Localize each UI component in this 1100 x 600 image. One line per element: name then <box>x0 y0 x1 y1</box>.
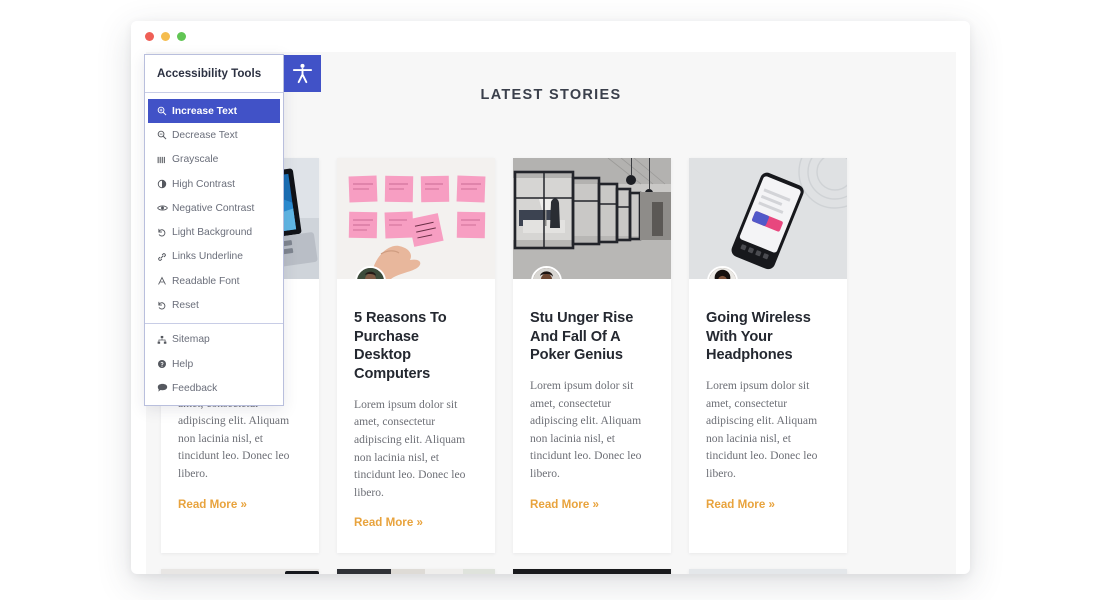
office-glass-hallway-image <box>513 158 671 279</box>
story-card[interactable]: Stu Unger Rise And Fall Of A Poker Geniu… <box>513 158 671 554</box>
a11y-item-decrease-text[interactable]: Decrease Text <box>145 123 283 147</box>
a11y-item-help[interactable]: Help <box>145 352 283 376</box>
avatar-portrait-icon <box>709 268 736 279</box>
a11y-item-label: Light Background <box>172 227 253 239</box>
a11y-item-negative-contrast[interactable]: Negative Contrast <box>145 196 283 220</box>
bars-icon <box>157 155 172 165</box>
a11y-item-label: Negative Contrast <box>172 202 255 214</box>
story-card[interactable]: 5 Reasons To Purchase Desktop Computers … <box>337 158 495 554</box>
a11y-item-sitemap[interactable]: Sitemap <box>145 328 283 352</box>
card-title: Stu Unger Rise And Fall Of A Poker Geniu… <box>530 310 634 364</box>
link-icon <box>157 252 172 262</box>
a11y-item-label: Links Underline <box>172 251 243 263</box>
card-image <box>513 569 671 574</box>
card-body: Stu Unger Rise And Fall Of A Poker Geniu… <box>513 279 671 535</box>
story-card[interactable] <box>513 569 671 574</box>
card-image <box>689 158 847 279</box>
undo-icon <box>157 228 172 238</box>
a11y-item-links-underline[interactable]: Links Underline <box>145 245 283 269</box>
read-more-link[interactable]: Read More » <box>178 498 247 511</box>
comment-icon <box>157 383 172 393</box>
a11y-item-label: Decrease Text <box>172 129 238 141</box>
sitemap-icon <box>157 335 172 345</box>
a11y-item-feedback[interactable]: Feedback <box>145 376 283 400</box>
card-image <box>161 569 319 574</box>
accessibility-options-list: Increase Text Decrease Text Grayscale Hi… <box>145 93 283 405</box>
avatar-portrait-icon <box>357 268 384 279</box>
maximize-window-button[interactable] <box>177 32 186 41</box>
magnifier-minus-icon <box>157 130 172 140</box>
story-card[interactable] <box>337 569 495 574</box>
card-body: Going Wireless With Your Headphones Lore… <box>689 279 847 535</box>
magnifier-plus-icon <box>157 106 172 116</box>
read-more-link[interactable]: Read More » <box>354 516 423 529</box>
person-at-monitors-image <box>161 569 319 574</box>
a11y-item-label: Grayscale <box>172 154 219 166</box>
wooden-desk-laptop-glasses-image <box>689 569 847 574</box>
story-card[interactable] <box>161 569 319 574</box>
card-excerpt: Lorem ipsum dolor sit amet, consectetur … <box>530 379 642 481</box>
story-card[interactable] <box>689 569 847 574</box>
a11y-item-label: Feedback <box>172 382 218 394</box>
card-title: Going Wireless With Your Headphones <box>706 310 811 364</box>
card-excerpt: Lorem ipsum dolor sit amet, consectetur … <box>706 379 818 481</box>
story-card[interactable]: Going Wireless With Your Headphones Lore… <box>689 158 847 554</box>
panel-divider <box>145 322 283 324</box>
half-circle-icon <box>157 179 172 189</box>
a11y-item-high-contrast[interactable]: High Contrast <box>145 172 283 196</box>
a11y-item-light-background[interactable]: Light Background <box>145 220 283 244</box>
accessibility-panel-header: Accessibility Tools <box>145 55 283 93</box>
avatar-portrait-icon <box>533 268 560 279</box>
a11y-item-label: Readable Font <box>172 275 240 287</box>
card-image <box>337 158 495 279</box>
letter-a-icon <box>157 276 172 286</box>
question-circle-icon <box>157 359 172 369</box>
window-titlebar <box>131 21 970 52</box>
white-clock-desk-image <box>513 569 671 574</box>
eye-icon <box>157 203 172 213</box>
laptop-desk-notebook-image <box>337 569 495 574</box>
card-image <box>513 158 671 279</box>
a11y-item-label: Help <box>172 358 194 370</box>
accessibility-toggle-button[interactable] <box>284 55 321 92</box>
card-title: 5 Reasons To Purchase Desktop Computers <box>354 310 447 383</box>
a11y-item-reset[interactable]: Reset <box>145 293 283 317</box>
card-image <box>689 569 847 574</box>
a11y-item-increase-text[interactable]: Increase Text <box>148 99 280 124</box>
close-window-button[interactable] <box>145 32 154 41</box>
a11y-item-label: Reset <box>172 300 199 312</box>
card-image <box>337 569 495 574</box>
read-more-link[interactable]: Read More » <box>706 498 775 511</box>
card-excerpt: Lorem ipsum dolor sit amet, consectetur … <box>354 397 466 499</box>
read-more-link[interactable]: Read More » <box>530 498 599 511</box>
pink-sticky-notes-image <box>337 158 495 279</box>
a11y-item-label: Increase Text <box>172 105 238 117</box>
a11y-item-grayscale[interactable]: Grayscale <box>145 148 283 172</box>
reset-icon <box>157 301 172 311</box>
smartphone-on-gray-image <box>689 158 847 279</box>
card-body: 5 Reasons To Purchase Desktop Computers … <box>337 279 495 553</box>
accessibility-tools-panel: Accessibility Tools Increase Text Decrea… <box>144 54 284 406</box>
a11y-item-label: High Contrast <box>172 178 235 190</box>
a11y-item-readable-font[interactable]: Readable Font <box>145 269 283 293</box>
a11y-item-label: Sitemap <box>172 334 210 346</box>
minimize-window-button[interactable] <box>161 32 170 41</box>
accessibility-person-icon <box>292 63 313 84</box>
